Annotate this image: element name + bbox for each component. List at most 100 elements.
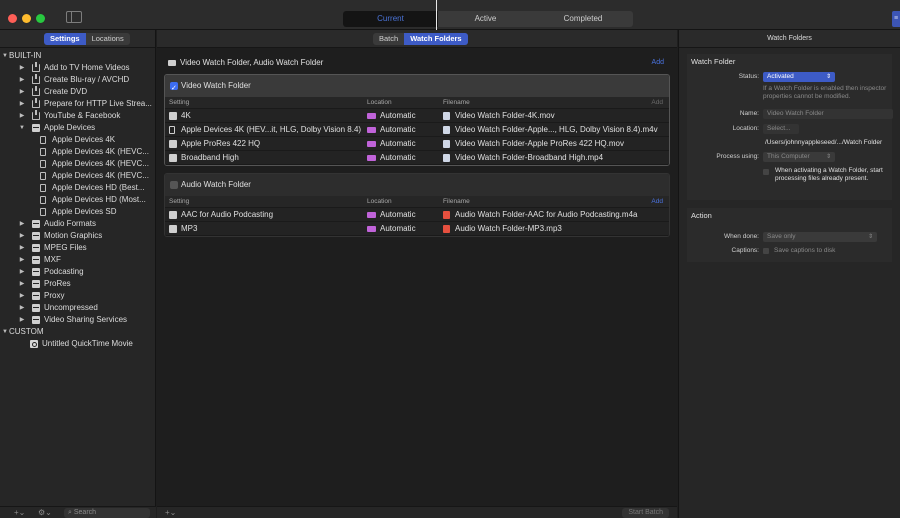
- minimize-window-button[interactable]: [22, 14, 31, 23]
- filename-value: Audio Watch Folder-AAC for Audio Podcast…: [455, 210, 638, 219]
- column-filename: Filename: [443, 99, 470, 106]
- section-built-in[interactable]: ▼ BUILT-IN: [0, 50, 155, 62]
- sidebar-item[interactable]: ▶ Motion Graphics: [0, 230, 155, 242]
- sidebar-item[interactable]: ▶ Audio Formats: [0, 218, 155, 230]
- share-icon: [32, 86, 40, 96]
- folder-icon: [367, 113, 376, 119]
- group-icon: [32, 292, 40, 300]
- setting-icon: [169, 154, 177, 162]
- select-location-button[interactable]: Select...: [763, 124, 799, 134]
- sidebar-item-label: YouTube & Facebook: [44, 111, 121, 120]
- process-popup[interactable]: This Computer ⇕: [763, 152, 835, 162]
- audio-folder-checkbox[interactable]: [170, 181, 178, 189]
- audio-watch-folder-header[interactable]: Audio Watch Folder: [165, 174, 669, 196]
- tab-locations[interactable]: Locations: [86, 33, 130, 45]
- table-row[interactable]: MP3 Automatic Audio Watch Folder-MP3.mp3: [165, 222, 669, 236]
- location-value[interactable]: Automatic: [380, 137, 416, 151]
- sidebar-tabs: Settings Locations: [44, 33, 130, 45]
- sidebar-item[interactable]: Apple Devices HD (Best...: [0, 182, 155, 194]
- sidebar-item-label: Add to TV Home Videos: [44, 63, 130, 72]
- folder-icon: [168, 60, 176, 66]
- device-icon: [40, 148, 46, 156]
- tab-active[interactable]: Active: [438, 11, 533, 27]
- tab-watch-folders[interactable]: Watch Folders: [404, 33, 468, 45]
- sidebar-header: Settings Locations: [0, 30, 155, 48]
- when-done-popup[interactable]: Save only ⇕: [763, 232, 877, 242]
- video-watch-folder-header[interactable]: Video Watch Folder: [165, 75, 669, 100]
- sidebar-item[interactable]: ▶ Prepare for HTTP Live Strea...: [0, 98, 155, 110]
- table-row[interactable]: AAC for Audio Podcasting Automatic Audio…: [165, 208, 669, 222]
- sidebar-item[interactable]: Apple Devices SD: [0, 206, 155, 218]
- sidebar-item-custom[interactable]: Untitled QuickTime Movie: [0, 338, 155, 350]
- sidebar-item-apple-devices[interactable]: ▼ Apple Devices: [0, 122, 155, 134]
- location-value[interactable]: Automatic: [380, 222, 416, 236]
- table-row[interactable]: Apple Devices 4K (HEV...it, HLG, Dolby V…: [165, 123, 669, 137]
- add-batch-button[interactable]: +⌄: [165, 508, 176, 518]
- chevron-updown-icon: ⇕: [867, 234, 873, 240]
- location-value[interactable]: Automatic: [380, 208, 416, 222]
- process-label: Process using:: [716, 153, 759, 160]
- location-value[interactable]: Automatic: [380, 123, 416, 137]
- sidebar-toggle-icon[interactable]: [66, 11, 82, 23]
- name-field[interactable]: Video Watch Folder: [763, 109, 893, 119]
- sidebar-item-label: Create Blu-ray / AVCHD: [44, 75, 130, 84]
- sidebar-item[interactable]: Apple Devices 4K: [0, 134, 155, 146]
- add-watch-folder-button[interactable]: Add: [652, 54, 664, 72]
- file-icon: [443, 126, 450, 134]
- sidebar: Settings Locations ▼ BUILT-IN ▶ Add to TV…: [0, 30, 156, 518]
- gear-icon[interactable]: ⚙⌄: [38, 508, 52, 518]
- sidebar-item[interactable]: ▶ Create Blu-ray / AVCHD: [0, 74, 155, 86]
- add-setting-button[interactable]: +⌄: [14, 508, 25, 518]
- sidebar-item[interactable]: ▶ Add to TV Home Videos: [0, 62, 155, 74]
- sidebar-item[interactable]: ▶ Podcasting: [0, 266, 155, 278]
- section-custom[interactable]: ▼ CUSTOM: [0, 326, 155, 338]
- sidebar-item[interactable]: ▶ ProRes: [0, 278, 155, 290]
- inspector-toggle-icon[interactable]: ≡: [892, 11, 900, 27]
- location-label: Location:: [732, 125, 759, 132]
- sidebar-item[interactable]: ▶ MXF: [0, 254, 155, 266]
- add-setting-button[interactable]: Add: [651, 196, 663, 208]
- captions-label: Captions:: [731, 247, 759, 254]
- sidebar-item-label: Apple Devices 4K (HEVC...: [52, 159, 149, 168]
- sidebar-item[interactable]: Apple Devices HD (Most...: [0, 194, 155, 206]
- sidebar-item[interactable]: ▶ Video Sharing Services: [0, 314, 155, 326]
- status-popup[interactable]: Activated ⇕: [763, 72, 835, 82]
- table-row[interactable]: 4K Automatic Video Watch Folder-4K.mov: [165, 109, 669, 123]
- tab-batch[interactable]: Batch: [373, 33, 404, 45]
- video-folder-checkbox[interactable]: [170, 78, 178, 100]
- sidebar-item-label: Video Sharing Services: [44, 315, 128, 324]
- folder-icon: [367, 226, 376, 232]
- sidebar-item[interactable]: Apple Devices 4K (HEVC...: [0, 170, 155, 182]
- sidebar-item[interactable]: Apple Devices 4K (HEVC...: [0, 158, 155, 170]
- add-setting-button[interactable]: Add: [651, 97, 663, 109]
- inspector-panel: Watch Folders Watch Folder Status: Activ…: [678, 30, 900, 518]
- setting-name: Apple Devices 4K (HEV...it, HLG, Dolby V…: [181, 125, 362, 134]
- sidebar-item[interactable]: ▶ Proxy: [0, 290, 155, 302]
- start-batch-button[interactable]: Start Batch: [622, 508, 669, 518]
- sidebar-item[interactable]: ▶ Uncompressed: [0, 302, 155, 314]
- location-value[interactable]: Automatic: [380, 151, 416, 165]
- name-label: Name:: [739, 110, 759, 117]
- disclosure-closed-icon: ▶: [19, 281, 25, 287]
- tab-current[interactable]: Current: [343, 11, 438, 27]
- setting-name: MP3: [181, 224, 198, 233]
- start-processing-checkbox[interactable]: [763, 169, 769, 175]
- zoom-window-button[interactable]: [36, 14, 45, 23]
- search-input[interactable]: ⌕ Search: [64, 508, 150, 518]
- tab-completed[interactable]: Completed: [533, 11, 633, 27]
- sidebar-item[interactable]: ▶ YouTube & Facebook: [0, 110, 155, 122]
- disclosure-closed-icon: ▶: [19, 77, 25, 83]
- music-icon: [169, 225, 177, 233]
- sidebar-item[interactable]: ▶ MPEG Files: [0, 242, 155, 254]
- share-icon: [32, 62, 40, 72]
- disclosure-open-icon: ▼: [2, 329, 8, 335]
- table-row[interactable]: Apple ProRes 422 HQ Automatic Video Watc…: [165, 137, 669, 151]
- sidebar-item[interactable]: Apple Devices 4K (HEVC...: [0, 146, 155, 158]
- sidebar-item-label: Uncompressed: [44, 303, 98, 312]
- tab-settings[interactable]: Settings: [44, 33, 86, 45]
- close-window-button[interactable]: [8, 14, 17, 23]
- captions-checkbox[interactable]: [763, 248, 769, 254]
- table-row[interactable]: Broadband High Automatic Video Watch Fol…: [165, 151, 669, 165]
- location-value[interactable]: Automatic: [380, 109, 416, 123]
- sidebar-item[interactable]: ▶ Create DVD: [0, 86, 155, 98]
